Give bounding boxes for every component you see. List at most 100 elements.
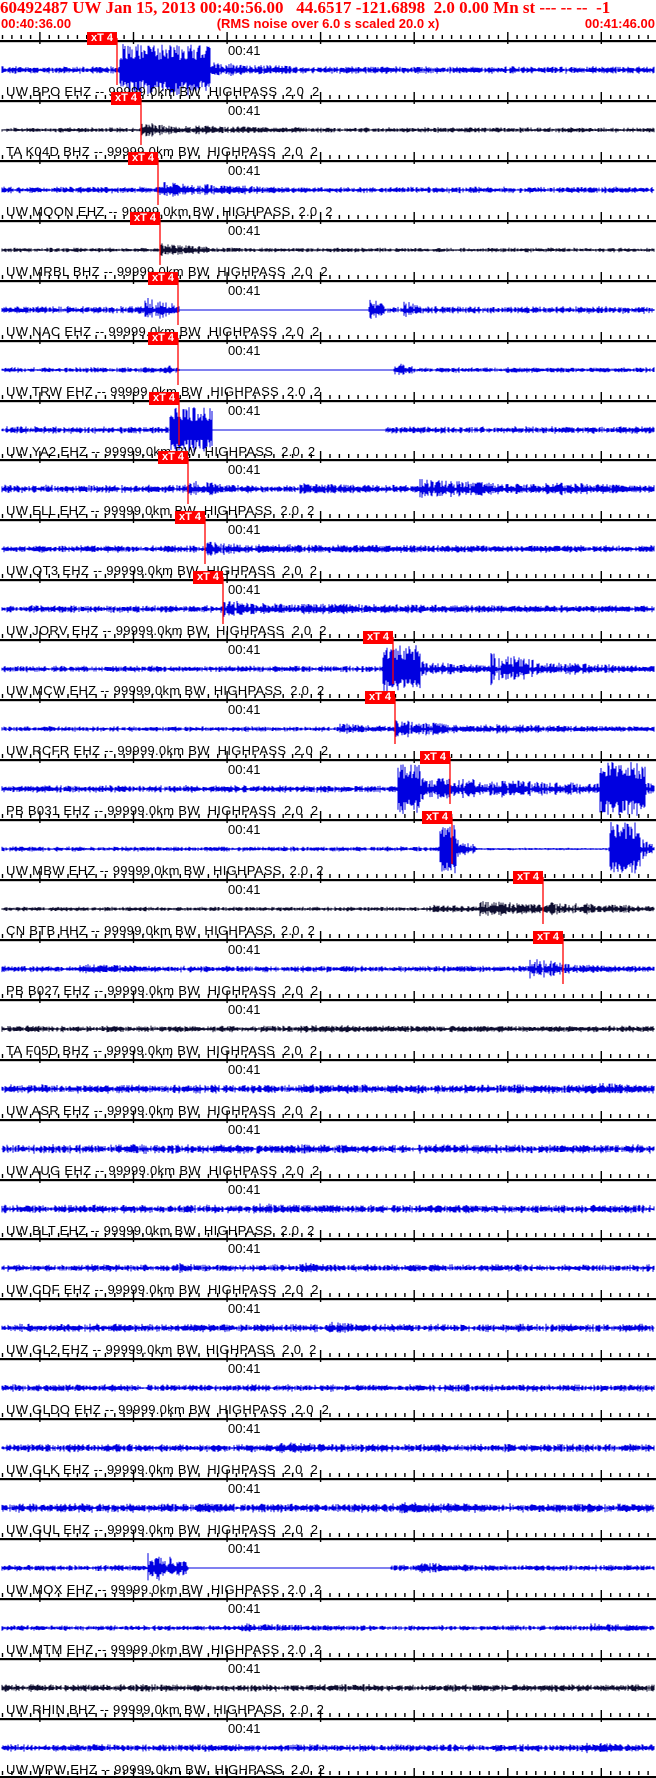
minute-tick-label: 00:41 — [228, 1061, 261, 1077]
rms-scale-note: (RMS noise over 6.0 s scaled 20.0 x) — [216, 16, 440, 31]
seismogram-waveform[interactable] — [1, 181, 655, 198]
scale-pick-flag[interactable]: xT 4 — [111, 91, 141, 105]
seismogram-waveform[interactable] — [1, 363, 655, 375]
seismogram-waveform[interactable] — [1, 1263, 655, 1274]
scale-pick-flag[interactable]: xT 4 — [87, 32, 117, 45]
station-channel-label: UW GLDO EHZ -- 99999.0km BW HIGHPASS 2.0… — [6, 1402, 330, 1418]
seismogram-waveform[interactable] — [1, 243, 655, 256]
seismogram-waveform[interactable] — [1, 1502, 655, 1514]
scale-pick-flag[interactable]: xT 4 — [365, 691, 395, 705]
seismogram-waveform[interactable] — [1, 601, 655, 617]
seismogram-waveform[interactable] — [1, 1384, 655, 1393]
minute-tick-label: 00:41 — [228, 282, 261, 298]
scale-pick-flag[interactable]: xT 4 — [130, 211, 160, 225]
scale-pick-flag[interactable]: xT 4 — [175, 511, 205, 525]
station-channel-label: UW AUG EHZ -- 99999.0km BW HIGHPASS 2.0 … — [6, 1162, 320, 1178]
trace-row-asr: 00:41 UW ASR EHZ -- 99999.0km BW HIGHPAS… — [0, 1050, 656, 1119]
scale-pick-flag[interactable]: xT 4 — [533, 930, 563, 944]
trace-row-mbw: xT 4 00:41 UW MBW EHZ -- 99999.0km BW HI… — [0, 810, 656, 879]
scale-pick-flag[interactable]: xT 4 — [158, 451, 188, 465]
seismogram-waveform[interactable] — [1, 1553, 655, 1581]
seismogram-waveform[interactable] — [1, 542, 655, 557]
trace-list: xT 4 00:41 UW BPO EHZ -- 99999.0km BW HI… — [0, 32, 656, 1778]
scale-pick-flag[interactable]: xT 4 — [149, 391, 179, 405]
scale-pick-flag[interactable]: xT 4 — [148, 331, 178, 345]
trace-row-k04d: xT 4 00:41 TA K04D BHZ -- 99999.0km BW H… — [0, 91, 656, 160]
minute-tick-label: 00:41 — [228, 1720, 261, 1736]
trace-row-aug: 00:41 UW AUG EHZ -- 99999.0km BW HIGHPAS… — [0, 1110, 656, 1179]
station-channel-label: TA F05D BHZ -- 99999.0km BW HIGHPASS 2.0… — [6, 1042, 318, 1058]
trace-row-mcw: xT 4 00:41 UW MCW EHZ -- 99999.0km BW HI… — [0, 631, 656, 699]
seismogram-waveform[interactable] — [1, 297, 655, 319]
station-channel-label: UW GLK EHZ -- 99999.0km BW HIGHPASS 2.0 … — [6, 1462, 319, 1478]
trace-row-mqon: xT 4 00:41 UW MQON EHZ -- 99999.0km BW H… — [0, 151, 656, 220]
minute-tick-label: 00:41 — [228, 1361, 261, 1377]
trace-row-gldo: 00:41 UW GLDO EHZ -- 99999.0km BW HIGHPA… — [0, 1350, 656, 1418]
trace-row-btb: xT 4 00:41 CN BTB HHZ -- 99999.0km BW HI… — [0, 870, 656, 939]
minute-tick-label: 00:41 — [228, 43, 261, 58]
seismogram-waveform[interactable] — [1, 959, 655, 979]
minute-tick-label: 00:41 — [228, 1301, 261, 1317]
seismogram-waveform[interactable] — [1, 720, 655, 738]
station-channel-label: UW BLT EHZ -- 99999.0km BW HIGHPASS 2.0 … — [6, 1222, 315, 1238]
minute-tick-label: 00:41 — [228, 941, 261, 957]
trace-row-mtm: 00:41 UW MTM EHZ -- 99999.0km BW HIGHPAS… — [0, 1589, 656, 1658]
seismogram-waveform[interactable] — [1, 1143, 655, 1154]
trace-row-gl2: 00:41 UW GL2 EHZ -- 99999.0km BW HIGHPAS… — [0, 1290, 656, 1358]
station-channel-label: PB B027 EHZ -- 99999.0km BW HIGHPASS 2.0… — [6, 982, 319, 998]
minute-tick-label: 00:41 — [228, 1481, 261, 1497]
minute-tick-label: 00:41 — [228, 1181, 261, 1197]
seismogram-waveform[interactable] — [1, 1623, 655, 1632]
seismogram-waveform[interactable] — [1, 1025, 655, 1033]
station-channel-label: UW ELL EHZ -- 99999.0km BW HIGHPASS 2.0 … — [6, 503, 315, 519]
station-channel-label: UW CDF EHZ -- 99999.0km BW HIGHPASS 2.0 … — [6, 1282, 319, 1298]
minute-tick-label: 00:41 — [228, 821, 261, 837]
seismogram-waveform[interactable] — [1, 1683, 655, 1692]
minute-tick-label: 00:41 — [228, 642, 261, 658]
window-time-row: 00:40:36.00 (RMS noise over 6.0 s scaled… — [0, 16, 656, 31]
seismogram-waveform[interactable] — [1, 1322, 655, 1334]
station-channel-label: UW GUL EHZ -- 99999.0km BW HIGHPASS 2.0 … — [6, 1522, 319, 1538]
minute-tick-label: 00:41 — [228, 402, 261, 418]
seismogram-waveform[interactable] — [1, 1203, 655, 1214]
scale-pick-flag[interactable]: xT 4 — [148, 271, 178, 285]
scale-pick-flag[interactable]: xT 4 — [128, 151, 158, 165]
station-channel-label: UW RHIN BHZ -- 99999.0km BW HIGHPASS 2.0… — [6, 1701, 325, 1717]
trace-row-rhin: 00:41 UW RHIN BHZ -- 99999.0km BW HIGHPA… — [0, 1649, 656, 1718]
minute-tick-label: 00:41 — [228, 1660, 261, 1676]
scale-pick-flag[interactable]: xT 4 — [193, 571, 223, 585]
seismogram-waveform[interactable] — [1, 479, 655, 499]
station-channel-label: UW MCW EHZ -- 99999.0km BW HIGHPASS 2.0 … — [6, 683, 325, 699]
seismogram-waveform[interactable] — [1, 1082, 655, 1094]
seismic-waveform-viewer: 60492487 UW Jan 15, 2013 00:40:56.00 44.… — [0, 0, 656, 1778]
minute-tick-label: 00:41 — [228, 1121, 261, 1137]
scale-pick-flag[interactable]: xT 4 — [363, 631, 393, 645]
seismogram-waveform[interactable] — [1, 901, 655, 917]
scale-pick-flag[interactable]: xT 4 — [420, 751, 450, 765]
minute-tick-label: 00:41 — [228, 222, 261, 238]
trace-row-mrbl: xT 4 00:41 UW MRBL BHZ -- 99999.0km BW H… — [0, 211, 656, 280]
minute-tick-label: 00:41 — [228, 162, 261, 178]
minute-tick-label: 00:41 — [228, 462, 261, 478]
trace-row-ell: xT 4 00:41 UW ELL EHZ -- 99999.0km BW HI… — [0, 451, 656, 519]
station-channel-label: UW MQON EHZ -- 99999.0km BW HIGHPASS 2.0… — [6, 203, 333, 219]
station-channel-label: UW RCFR EHZ -- 99999.0km BW HIGHPASS 2.0… — [6, 743, 329, 759]
minute-tick-label: 00:41 — [228, 881, 261, 897]
minute-tick-label: 00:41 — [228, 1600, 261, 1616]
minute-tick-label: 00:41 — [228, 762, 261, 778]
trace-row-jorv: xT 4 00:41 UW JORV EHZ -- 99999.0km BW H… — [0, 571, 656, 639]
minute-tick-label: 00:41 — [228, 1241, 261, 1257]
seismogram-waveform[interactable] — [1, 1742, 655, 1753]
minute-tick-label: 00:41 — [228, 102, 261, 118]
station-channel-label: CN BTB HHZ -- 99999.0km BW HIGHPASS 2.0 … — [6, 922, 316, 938]
minute-tick-label: 00:41 — [228, 582, 261, 598]
station-channel-label: UW MBW EHZ -- 99999.0km BW HIGHPASS 2.0 … — [6, 862, 324, 878]
seismogram-waveform[interactable] — [1, 123, 655, 137]
scale-pick-flag[interactable]: xT 4 — [513, 870, 543, 884]
seismogram-waveform[interactable] — [1, 1442, 655, 1454]
scale-pick-flag[interactable]: xT 4 — [422, 810, 452, 824]
trace-row-rcfr: xT 4 00:41 UW RCFR EHZ -- 99999.0km BW H… — [0, 691, 656, 759]
minute-tick-label: 00:41 — [228, 522, 261, 538]
station-channel-label: UW QT3 EHZ -- 99999.0km BW HIGHPASS 2.0 … — [6, 563, 318, 579]
window-end-time: 00:41:46.00 — [584, 16, 655, 31]
